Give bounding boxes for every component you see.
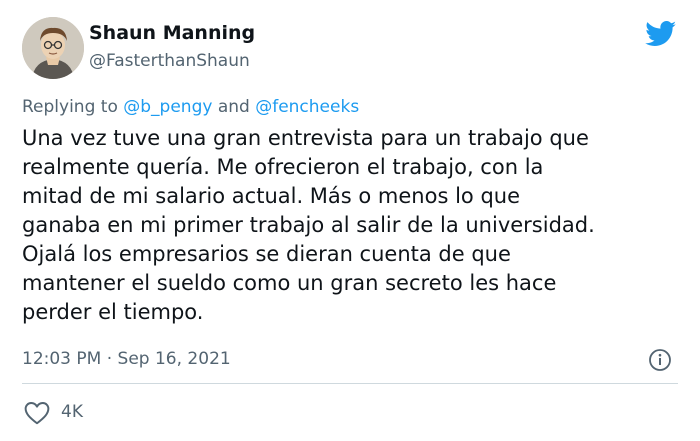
tweet-line: realmente quería. Me ofrecieron el traba… xyxy=(22,155,544,179)
reply-user-link-1[interactable]: @b_pengy xyxy=(123,97,212,117)
reply-prefix: Replying to xyxy=(22,97,118,117)
divider xyxy=(22,383,678,384)
avatar-illustration xyxy=(22,17,84,79)
tweet-timestamp[interactable]: 12:03 PM · Sep 16, 2021 xyxy=(22,349,231,369)
twitter-bird-icon[interactable] xyxy=(645,21,677,47)
tweet-line: Una vez tuve una gran entrevista para un… xyxy=(22,126,589,150)
tweet-line: mitad de mi salario actual. Más o menos … xyxy=(22,184,521,208)
heart-icon[interactable] xyxy=(24,401,50,425)
reply-conjunction: and xyxy=(217,97,250,117)
author-name[interactable]: Shaun Manning xyxy=(89,22,255,44)
reply-user-link-2[interactable]: @fencheeks xyxy=(255,97,359,117)
like-count: 4K xyxy=(61,402,83,422)
info-icon[interactable] xyxy=(648,348,672,372)
tweet-line: mantener el sueldo como un gran secreto … xyxy=(22,271,557,295)
tweet-time: 12:03 PM xyxy=(22,349,102,369)
tweet-line: Ojalá los empresarios se dieran cuenta d… xyxy=(22,242,511,266)
author-handle[interactable]: @FasterthanShaun xyxy=(89,51,250,71)
avatar[interactable] xyxy=(22,17,84,79)
meta-separator: · xyxy=(106,349,113,369)
reply-context: Replying to @b_pengy and @fencheeks xyxy=(22,97,359,117)
tweet-date: Sep 16, 2021 xyxy=(117,349,231,369)
tweet-text: Una vez tuve una gran entrevista para un… xyxy=(22,124,682,327)
tweet-line: ganaba en mi primer trabajo al salir de … xyxy=(22,213,595,237)
tweet-line: perder el tiempo. xyxy=(22,300,204,324)
